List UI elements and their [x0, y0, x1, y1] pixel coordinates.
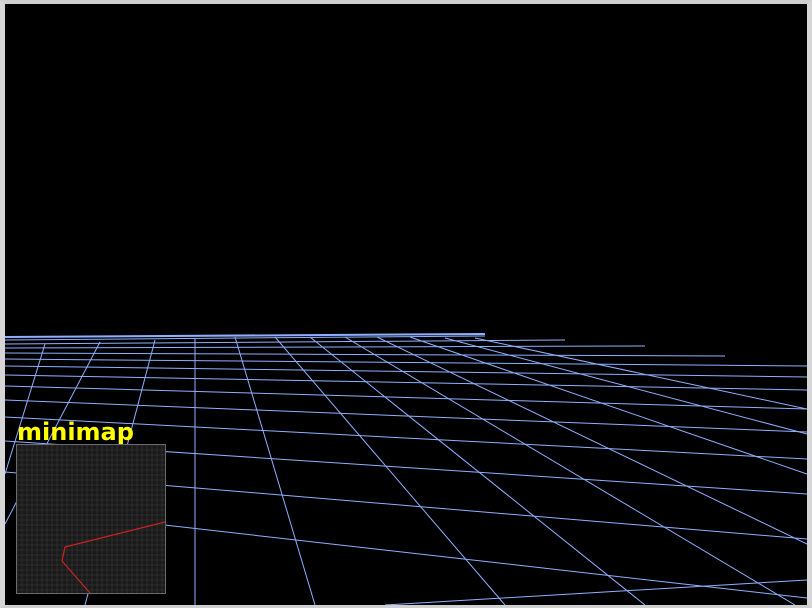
- grid-cross-line: [5, 385, 807, 410]
- minimap: [16, 444, 166, 594]
- minimap-label: minimap: [17, 418, 134, 446]
- grid-receding-line: [376, 336, 807, 545]
- grid-receding-line: [234, 336, 316, 605]
- grid-cross-line: [5, 339, 566, 345]
- grid-receding-line: [409, 336, 807, 475]
- minimap-canvas: [17, 445, 165, 593]
- grid-cross-line: [384, 579, 807, 605]
- grid-receding-line: [344, 336, 796, 605]
- grid-receding-line: [274, 336, 506, 605]
- grid-cross-line: [5, 374, 807, 391]
- grid-cross-line: [5, 358, 807, 367]
- grid-cross-line: [5, 352, 726, 357]
- grid-cross-line: [5, 365, 807, 378]
- grid-cross-line: [84, 515, 807, 599]
- minimap-view-cone: [61, 521, 165, 593]
- game-window: minimap: [0, 0, 812, 608]
- grid-cross-line: [5, 345, 646, 349]
